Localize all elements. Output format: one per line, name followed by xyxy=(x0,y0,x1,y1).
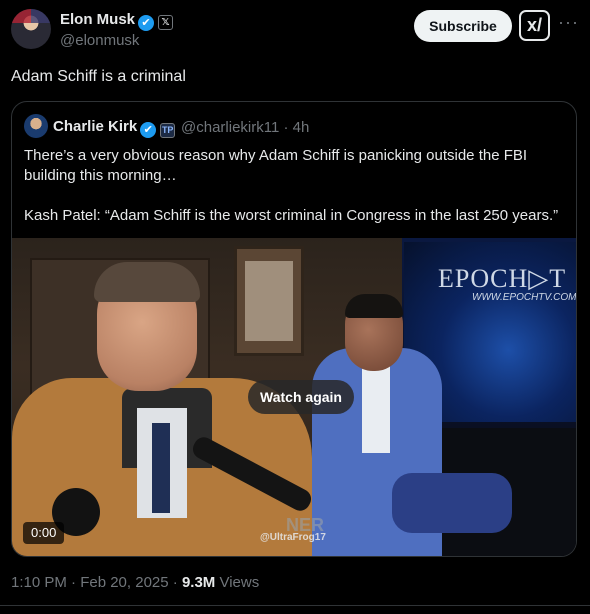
author-name[interactable]: Elon Musk xyxy=(60,11,135,28)
subscribe-button[interactable]: Subscribe xyxy=(414,10,512,42)
watch-again-button[interactable]: Watch again xyxy=(248,380,354,414)
verified-badge-icon: ✔ xyxy=(140,122,157,138)
grok-icon[interactable]: x/ xyxy=(519,10,550,41)
video-player[interactable]: EPOCH▷T WWW.EPOCHTV.COM NER @UltraFrog17… xyxy=(12,238,577,556)
quoted-tweet[interactable]: Charlie Kirk ✔ TP @charliekirk11 · 4h Ther… xyxy=(11,101,577,557)
video-wall-sign xyxy=(234,246,304,356)
quoted-author-name-row[interactable]: Charlie Kirk ✔ TP xyxy=(53,118,176,138)
video-person-left-tie xyxy=(152,423,170,513)
video-person-right-legs xyxy=(392,473,512,533)
organization-badge-icon: TP xyxy=(160,123,176,138)
epoch-logo: EPOCH▷T xyxy=(438,264,567,293)
quoted-paragraph-2: Kash Patel: “Adam Schiff is the worst cr… xyxy=(24,207,559,224)
tweet-header: Elon Musk ✔ 𝕏 @elonmusk Subscribe x/ ··· xyxy=(0,0,590,60)
author-name-row[interactable]: Elon Musk ✔ 𝕏 xyxy=(60,11,174,31)
tweet-text: Adam Schiff is a criminal xyxy=(11,68,186,85)
video-watermark: @UltraFrog17 xyxy=(260,532,326,543)
quoted-author-handle-time[interactable]: @charliekirk11 · 4h xyxy=(181,119,309,136)
quoted-author-avatar[interactable] xyxy=(24,114,48,138)
epoch-url: WWW.EPOCHTV.COM xyxy=(472,292,577,303)
views-count: 9.3M xyxy=(181,574,216,591)
author-avatar[interactable] xyxy=(11,9,51,49)
more-options-icon[interactable]: ··· xyxy=(558,12,578,33)
views-label: Views xyxy=(215,574,260,591)
verified-badge-icon: ✔ xyxy=(138,15,155,31)
video-person-left-hair xyxy=(94,262,200,302)
x-affiliate-icon: 𝕏 xyxy=(158,15,174,30)
tweet-meta: 1:10 PM · Feb 20, 2025 · 9.3M Views xyxy=(11,574,259,591)
video-timecode: 0:00 xyxy=(23,522,65,544)
video-person-right-shirt xyxy=(362,363,390,453)
tweet-timestamp[interactable]: 1:10 PM · Feb 20, 2025 · xyxy=(11,574,182,591)
video-person-right-hair xyxy=(345,294,403,318)
quoted-paragraph-1: There’s a very obvious reason why Adam S… xyxy=(24,147,528,184)
author-handle[interactable]: @elonmusk xyxy=(60,32,139,49)
quoted-author-name[interactable]: Charlie Kirk xyxy=(53,118,137,135)
divider xyxy=(0,605,590,606)
quoted-tweet-text: There’s a very obvious reason why Adam S… xyxy=(24,146,564,226)
